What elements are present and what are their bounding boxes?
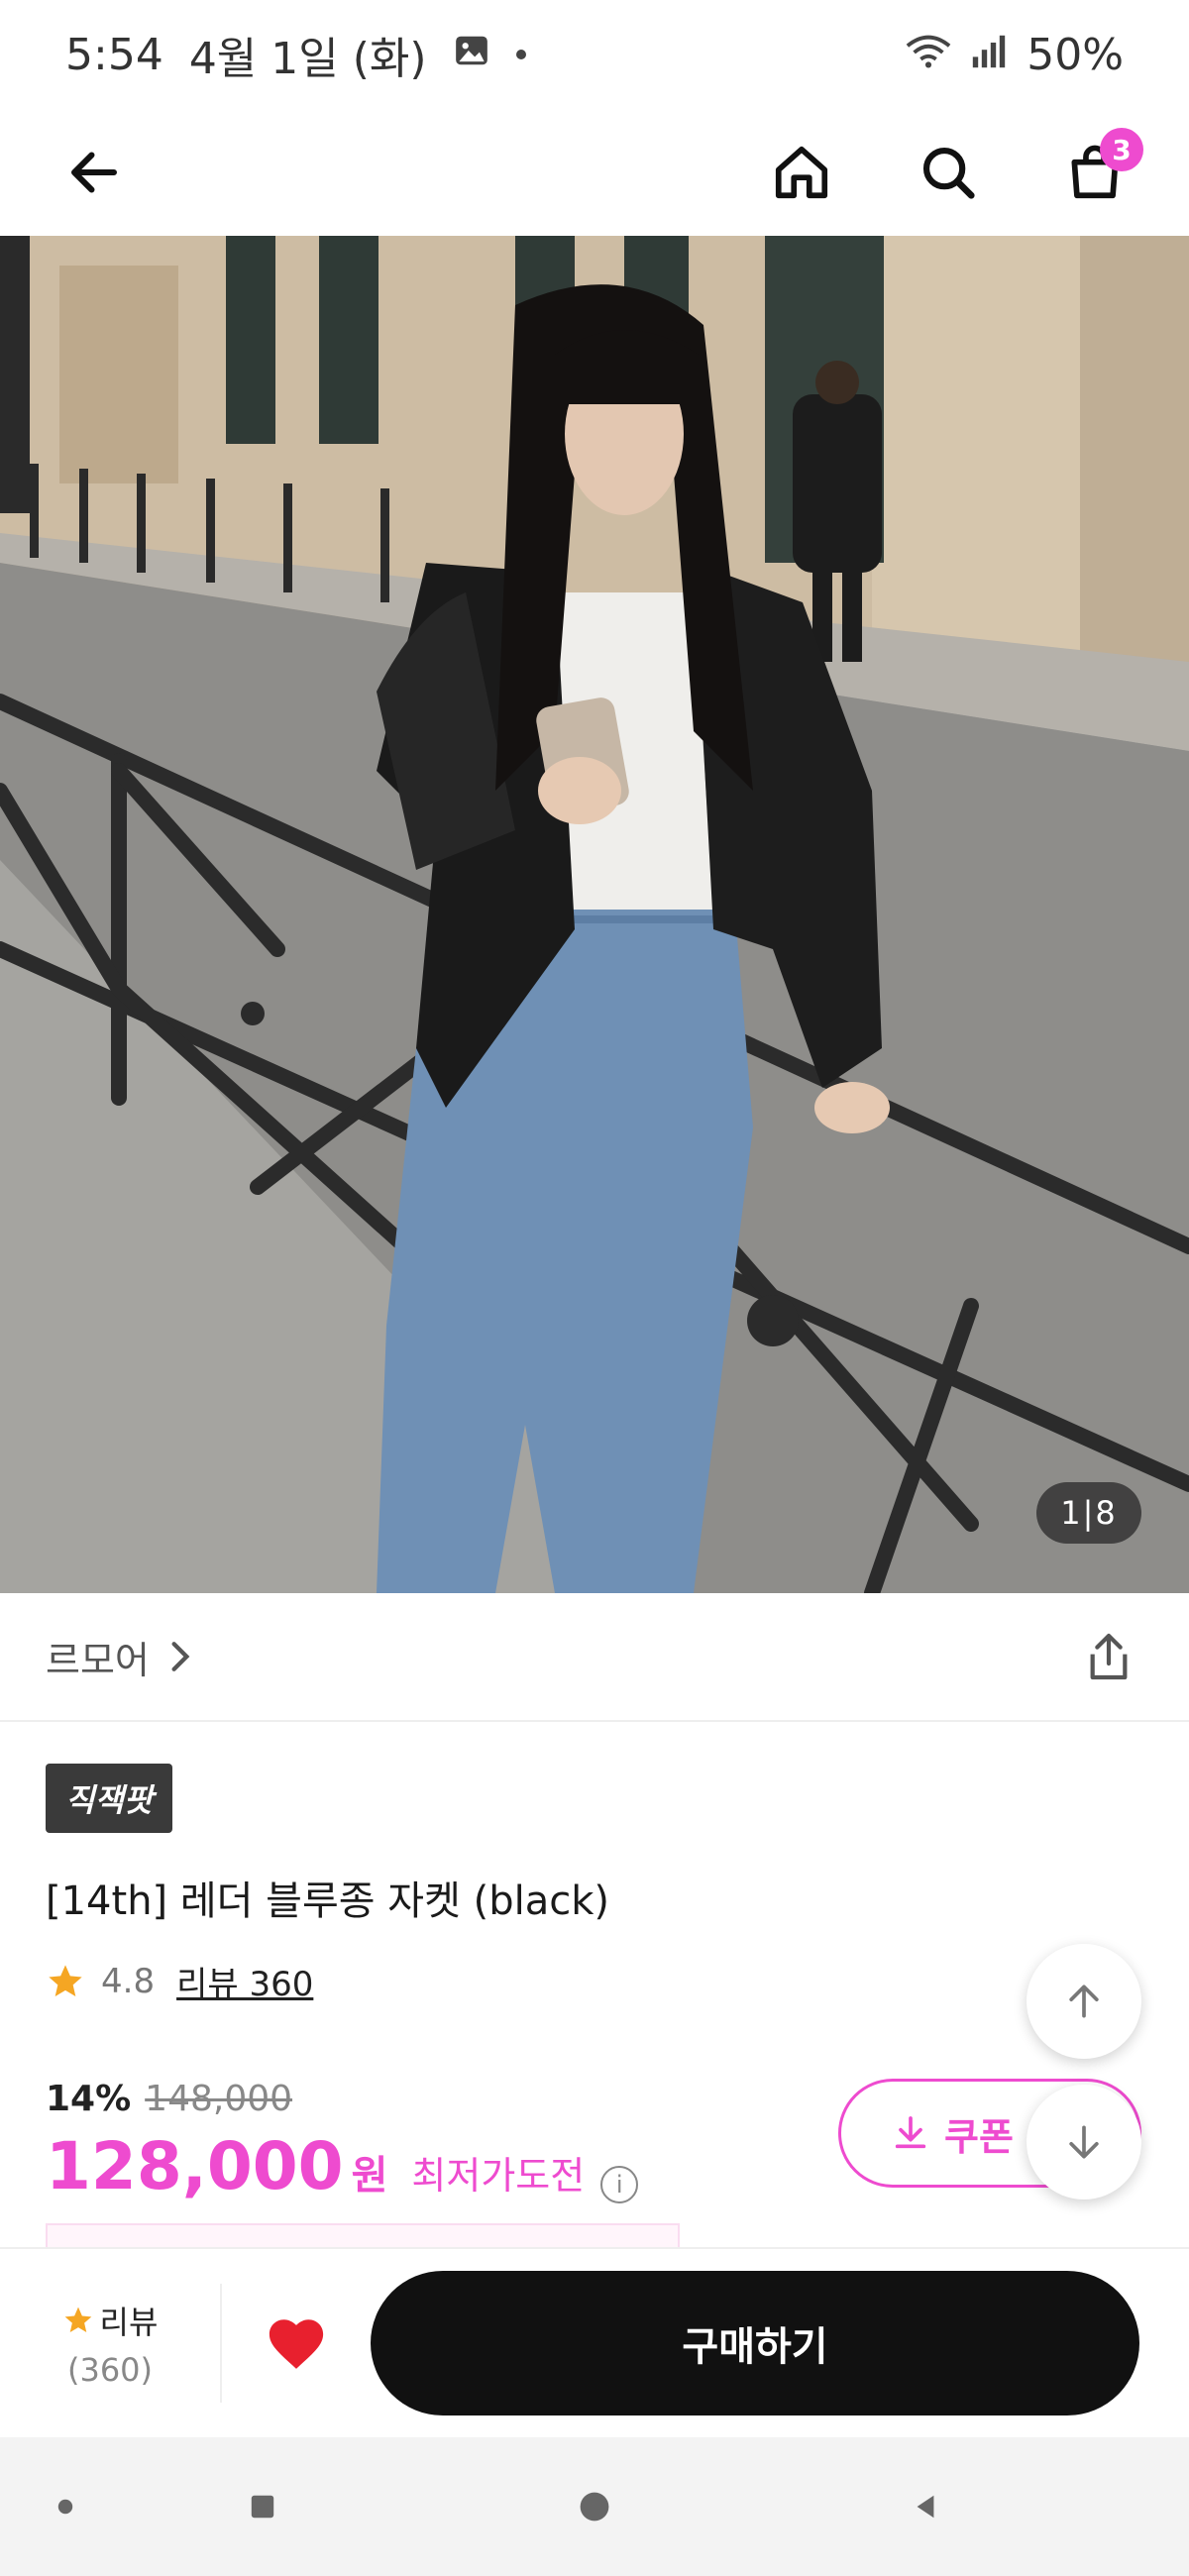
home-button[interactable]: [767, 138, 836, 207]
divider: [220, 2284, 222, 2403]
brand-link[interactable]: 르모어: [46, 1630, 195, 1684]
home-icon: [775, 146, 828, 199]
heart-icon: [269, 2319, 324, 2369]
share-button[interactable]: [1074, 1622, 1143, 1691]
home-system-button[interactable]: [579, 2491, 610, 2522]
star-icon: [64, 2307, 91, 2332]
arrow-up-icon: [1069, 1985, 1099, 2018]
recents-button[interactable]: [249, 2493, 276, 2521]
review-count: (360): [66, 2351, 154, 2389]
back-triangle-icon: [917, 2495, 934, 2519]
battery-percent: 50%: [1027, 29, 1124, 80]
bottom-action-bar: 리뷰 (360) 구매하기: [0, 2247, 1189, 2437]
brand-row: 르모어: [0, 1593, 1189, 1722]
info-icon[interactable]: i: [600, 2166, 639, 2203]
like-button[interactable]: [262, 2308, 331, 2378]
sale-price: 128,000: [46, 2128, 344, 2204]
share-icon: [1090, 1633, 1128, 1680]
status-bar: 5:54 4월 1일 (화) 50%: [0, 0, 1189, 109]
dot-icon: [57, 2499, 73, 2515]
original-price: 148,000: [145, 2079, 293, 2119]
product-image-carousel[interactable]: 1|8: [0, 236, 1189, 1593]
recents-square-icon: [251, 2495, 274, 2519]
arrow-down-icon: [1069, 2125, 1099, 2159]
status-time: 5:54: [65, 29, 163, 80]
discount-row: 14% 148,000: [46, 2079, 292, 2119]
discount-rate: 14%: [46, 2079, 132, 2119]
scroll-top-button[interactable]: [1027, 1944, 1141, 2059]
back-arrow-icon: [71, 152, 117, 193]
home-circle-icon: [580, 2492, 609, 2522]
chevron-right-icon: [171, 1642, 190, 1671]
assistant-dot-button[interactable]: [56, 2498, 74, 2516]
back-system-button[interactable]: [912, 2493, 939, 2521]
status-date: 4월 1일 (화): [188, 34, 427, 84]
currency-label: 원: [351, 2153, 388, 2199]
download-icon: [895, 2116, 926, 2149]
cart-count-badge: 3: [1100, 128, 1143, 171]
signal-icon: [971, 30, 1007, 80]
rating-value: 4.8: [101, 1961, 156, 2001]
wifi-icon: [906, 30, 951, 80]
price-row: 128,000 원 최저가도전 i: [46, 2128, 639, 2204]
search-icon: [922, 147, 975, 199]
review-label: 리뷰: [99, 2304, 159, 2341]
brand-name: 르모어: [46, 1638, 150, 1682]
back-button[interactable]: [59, 138, 129, 207]
notification-dot-icon: [515, 50, 526, 59]
scroll-bottom-button[interactable]: [1027, 2085, 1141, 2200]
review-link[interactable]: 리뷰 360: [176, 1957, 313, 2005]
lowest-price-label: 최저가도전: [411, 2154, 586, 2198]
top-nav: 3: [0, 109, 1189, 236]
search-button[interactable]: [914, 138, 983, 207]
jackpot-badge: 직잭팟: [46, 1764, 173, 1833]
product-title: [14th] 레더 블루종 자켓 (black): [46, 1878, 609, 1924]
system-nav-bar: [0, 2437, 1189, 2576]
price-tooltip: [46, 2223, 680, 2249]
star-icon: [49, 1964, 82, 1996]
coupon-label: 쿠폰: [944, 2114, 1014, 2159]
image-counter: 1|8: [1036, 1482, 1141, 1544]
buy-button[interactable]: 구매하기: [371, 2271, 1139, 2415]
rating-row: 4.8 리뷰 360: [46, 1957, 313, 2005]
cart-button[interactable]: 3: [1060, 128, 1143, 207]
gallery-notification-icon: [453, 30, 490, 80]
review-summary-button[interactable]: 리뷰 (360): [46, 2298, 174, 2389]
product-photo: [0, 236, 1189, 1593]
